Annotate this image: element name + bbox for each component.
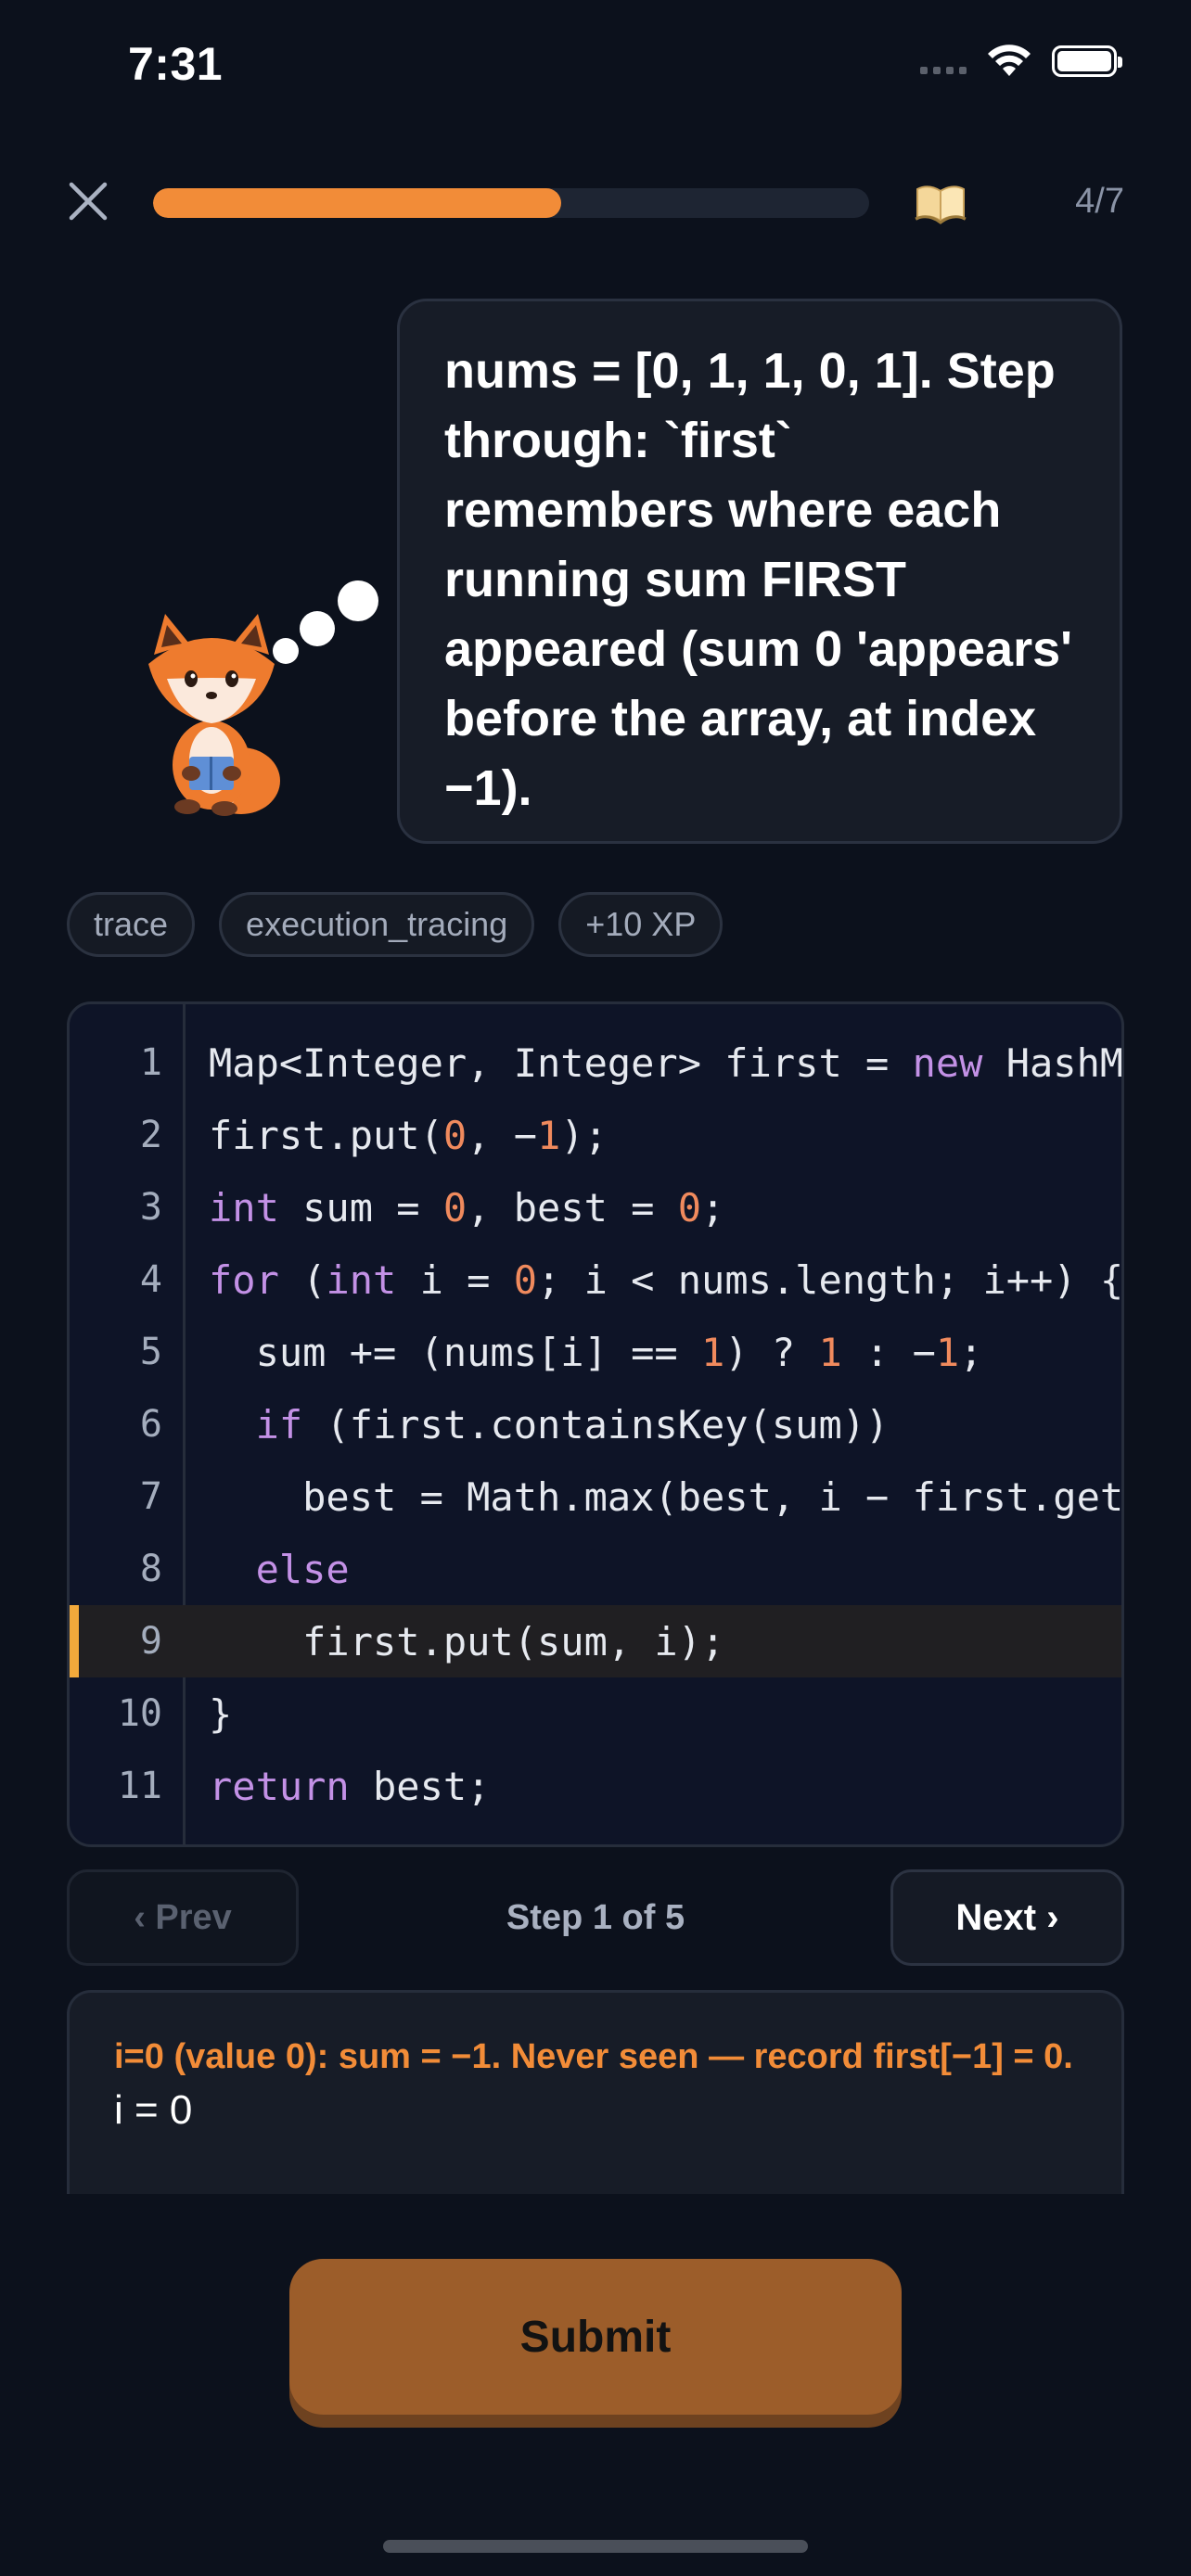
battery-icon — [1052, 45, 1122, 77]
code-number: 1 — [935, 1329, 960, 1375]
code-text: else — [209, 1547, 350, 1592]
speech-bubble: nums = [0, 1, 1, 0, 1]. Step through: `f… — [397, 299, 1122, 844]
code-token: first.put( — [209, 1112, 443, 1158]
code-text: sum += (nums[i] == 1) ? 1 : −1; — [209, 1330, 983, 1375]
code-token: ); — [560, 1112, 608, 1158]
progress-count: 4/7 — [1075, 182, 1124, 221]
lesson-progress-fill — [153, 188, 562, 218]
code-token: sum += (nums[i] == — [209, 1329, 702, 1375]
code-token: best = Math.max(best, i − first.get(sum)… — [302, 1473, 1124, 1520]
code-number: 1 — [818, 1329, 842, 1375]
code-number: 0 — [442, 1112, 467, 1158]
line-number: 9 — [139, 1620, 162, 1663]
code-text: } — [209, 1691, 232, 1737]
line-number: 2 — [139, 1114, 162, 1156]
code-number: 1 — [701, 1329, 725, 1375]
code-token: , − — [467, 1112, 538, 1158]
code-keyword: else — [255, 1546, 350, 1592]
code-line: 1 Map<Integer, Integer> first = new HashM… — [70, 1027, 1121, 1099]
line-number: 4 — [139, 1258, 162, 1301]
tag-chip: execution_tracing — [219, 892, 535, 957]
close-icon — [69, 182, 108, 221]
signal-icon — [920, 48, 967, 74]
code-keyword: return — [209, 1763, 350, 1809]
xp-badge: +10 XP — [558, 892, 724, 957]
code-text: first.put(sum, i); — [209, 1619, 724, 1664]
code-token: , best = — [467, 1184, 678, 1231]
status-icons — [920, 45, 1122, 78]
current-line-marker — [70, 1605, 79, 1677]
code-keyword: int — [209, 1184, 279, 1231]
code-text: int sum = 0, best = 0; — [209, 1185, 724, 1231]
code-token: : − — [841, 1329, 936, 1375]
step-explanation-panel: i=0 (value 0): sum = −1. Never seen — re… — [67, 1990, 1124, 2194]
code-token: Map<Integer, Integer> first = — [209, 1039, 913, 1086]
code-text: best = Math.max(best, i − first.get(sum)… — [209, 1473, 1124, 1520]
code-token: ) ? — [724, 1329, 819, 1375]
submit-button[interactable]: Submit — [289, 2259, 902, 2415]
close-button[interactable] — [61, 174, 115, 228]
code-token: HashMap<>(); — [1005, 1039, 1124, 1086]
code-number: 1 — [537, 1112, 561, 1158]
code-token: ; — [959, 1329, 983, 1375]
line-number: 1 — [139, 1041, 162, 1084]
line-number: 8 — [139, 1548, 162, 1590]
code-line: 10} — [70, 1677, 1121, 1750]
status-time: 7:31 — [128, 38, 224, 90]
code-number: 0 — [513, 1256, 538, 1303]
code-token: ; — [701, 1184, 725, 1231]
variable-state: i = 0 — [114, 2087, 193, 2133]
code-keyword: for — [209, 1256, 279, 1303]
code-text: return best; — [209, 1764, 490, 1809]
step-explanation-text: i=0 (value 0): sum = −1. Never seen — re… — [114, 2037, 1073, 2076]
code-line: 2 first.put(0, −1); — [70, 1099, 1121, 1171]
code-text: for (int i = 0; i < nums.length; i++) { — [209, 1256, 1124, 1303]
code-token: ( — [278, 1256, 327, 1303]
code-line: 11 return best; — [70, 1750, 1121, 1822]
code-number: 0 — [442, 1184, 467, 1231]
next-step-button[interactable]: Next › — [890, 1869, 1124, 1966]
code-line: 6 if (first.containsKey(sum)) — [70, 1388, 1121, 1460]
line-number: 10 — [117, 1692, 162, 1735]
code-viewer[interactable]: 1 Map<Integer, Integer> first = new HashM… — [67, 1001, 1124, 1847]
code-token: first.put(sum, i); — [209, 1618, 725, 1664]
code-line: 3 int sum = 0, best = 0; — [70, 1171, 1121, 1243]
code-keyword: new — [912, 1039, 983, 1086]
code-keyword: if — [255, 1401, 303, 1447]
code-line: 5 sum += (nums[i] == 1) ? 1 : −1; — [70, 1316, 1121, 1388]
open-book-icon[interactable] — [914, 182, 967, 224]
code-token: } — [209, 1690, 233, 1737]
line-number: 11 — [117, 1765, 162, 1807]
code-token: sum = — [278, 1184, 443, 1231]
code-text: Map<Integer, Integer> first = new HashMa… — [209, 1039, 1124, 1086]
code-text: if (first.containsKey(sum)) — [209, 1401, 890, 1447]
code-line: 4 for (int i = 0; i < nums.length; i++) { — [70, 1243, 1121, 1316]
line-number: 7 — [139, 1475, 162, 1518]
line-number: 3 — [139, 1186, 162, 1229]
tag-list: trace execution_tracing +10 XP — [67, 892, 724, 957]
code-token: (first.containsKey(sum)) — [302, 1401, 890, 1447]
line-number: 5 — [139, 1331, 162, 1373]
step-indicator: Step 1 of 5 — [506, 1897, 685, 1937]
prev-step-button[interactable]: ‹ Prev — [67, 1869, 299, 1966]
lesson-progress-bar — [153, 188, 869, 218]
code-token: ; i < nums.length; i++) { — [537, 1256, 1124, 1303]
code-line: 7 best = Math.max(best, i − first.get(su… — [70, 1460, 1121, 1533]
code-keyword: int — [326, 1256, 397, 1303]
fox-mascot-icon — [148, 580, 378, 816]
tag-chip: trace — [67, 892, 196, 957]
bubble-text: nums = [0, 1, 1, 0, 1]. Step through: `f… — [444, 343, 1072, 816]
wifi-icon — [988, 45, 1031, 76]
code-token: best; — [349, 1763, 491, 1809]
home-indicator — [383, 2540, 808, 2553]
code-line: 9 first.put(sum, i); — [70, 1605, 1121, 1677]
code-text: first.put(0, −1); — [209, 1113, 608, 1158]
code-line: 8 else — [70, 1533, 1121, 1605]
line-number: 6 — [139, 1403, 162, 1446]
code-token: i = — [396, 1256, 514, 1303]
code-number: 0 — [677, 1184, 702, 1231]
